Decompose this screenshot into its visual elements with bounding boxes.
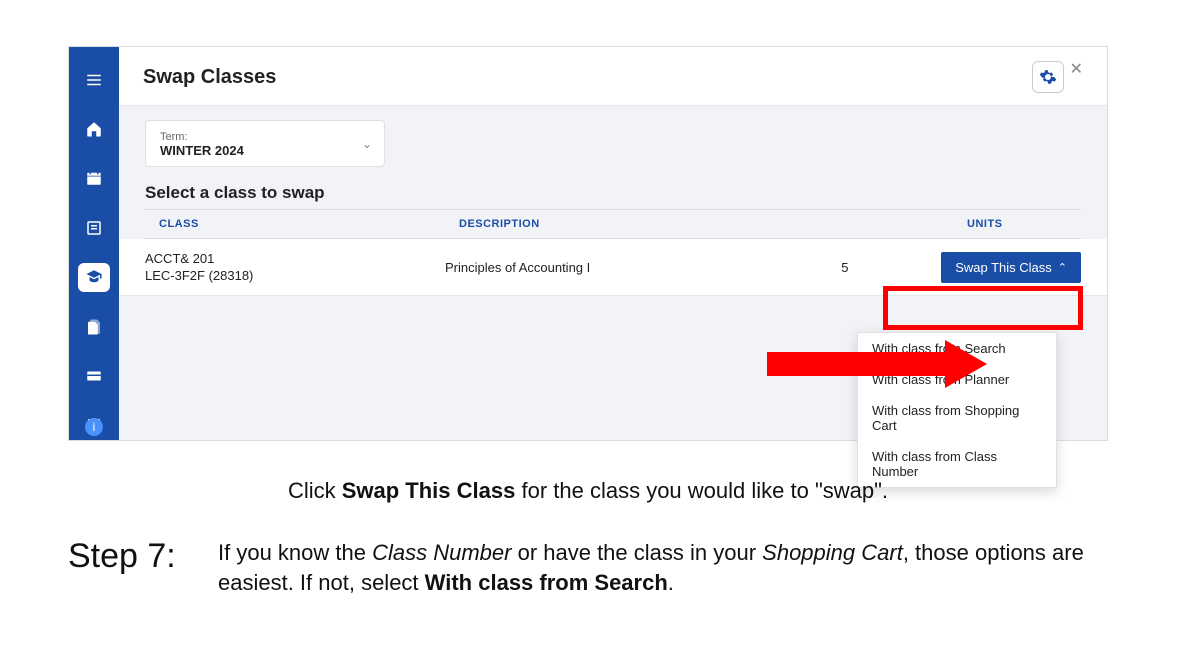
header: Swap Classes ✕: [119, 47, 1107, 106]
main-panel: Term: WINTER 2024 ⌄ Select a class to sw…: [119, 106, 1107, 440]
table-row: ACCT& 201 LEC-3F2F (28318) Principles of…: [119, 239, 1107, 296]
sidebar: i: [69, 47, 119, 440]
step-text: If you know the Class Number or have the…: [218, 538, 1108, 597]
table-header: CLASS DESCRIPTION UNITS: [145, 209, 1081, 239]
header-actions: ✕: [1032, 61, 1083, 93]
class-cell: ACCT& 201 LEC-3F2F (28318): [145, 251, 445, 283]
col-class: CLASS: [159, 218, 459, 230]
step-row: Step 7: If you know the Class Number or …: [68, 538, 1108, 597]
class-code: ACCT& 201: [145, 251, 445, 266]
app-screenshot: i Swap Classes ✕ Term: WINTER 2024 ⌄ Sel…: [68, 46, 1108, 441]
caption-area: Click Swap This Class for the class you …: [68, 478, 1108, 597]
swap-this-class-button[interactable]: Swap This Class ⌃: [941, 252, 1081, 283]
card-icon[interactable]: [78, 361, 110, 390]
term-value: WINTER 2024: [160, 143, 370, 158]
swap-button-label: Swap This Class: [955, 260, 1052, 275]
documents-icon[interactable]: [78, 312, 110, 341]
content-area: Swap Classes ✕ Term: WINTER 2024 ⌄ Selec…: [119, 47, 1107, 440]
page-title: Swap Classes: [143, 66, 276, 89]
term-label: Term:: [160, 131, 370, 143]
home-icon[interactable]: [78, 114, 110, 143]
section-heading: Select a class to swap: [145, 183, 1081, 203]
calendar-icon[interactable]: [78, 164, 110, 193]
graduation-icon[interactable]: [78, 263, 110, 292]
caption-line-1: Click Swap This Class for the class you …: [68, 478, 1108, 504]
dropdown-with-cart[interactable]: With class from Shopping Cart: [858, 395, 1056, 441]
list-icon[interactable]: [78, 213, 110, 242]
info-icon[interactable]: i: [85, 418, 103, 436]
chevron-up-icon: ⌃: [1058, 261, 1067, 274]
class-section: LEC-3F2F (28318): [145, 268, 445, 283]
class-units: 5: [841, 260, 941, 275]
step-label: Step 7:: [68, 538, 218, 575]
gear-icon[interactable]: [1032, 61, 1064, 93]
term-select[interactable]: Term: WINTER 2024 ⌄: [145, 120, 385, 167]
col-units: UNITS: [967, 218, 1067, 230]
annotation-arrow: [767, 340, 997, 388]
class-description: Principles of Accounting I: [445, 260, 841, 275]
close-icon[interactable]: ✕: [1070, 59, 1083, 79]
chevron-down-icon: ⌄: [362, 137, 372, 151]
hamburger-icon[interactable]: [78, 65, 110, 94]
col-description: DESCRIPTION: [459, 218, 967, 230]
